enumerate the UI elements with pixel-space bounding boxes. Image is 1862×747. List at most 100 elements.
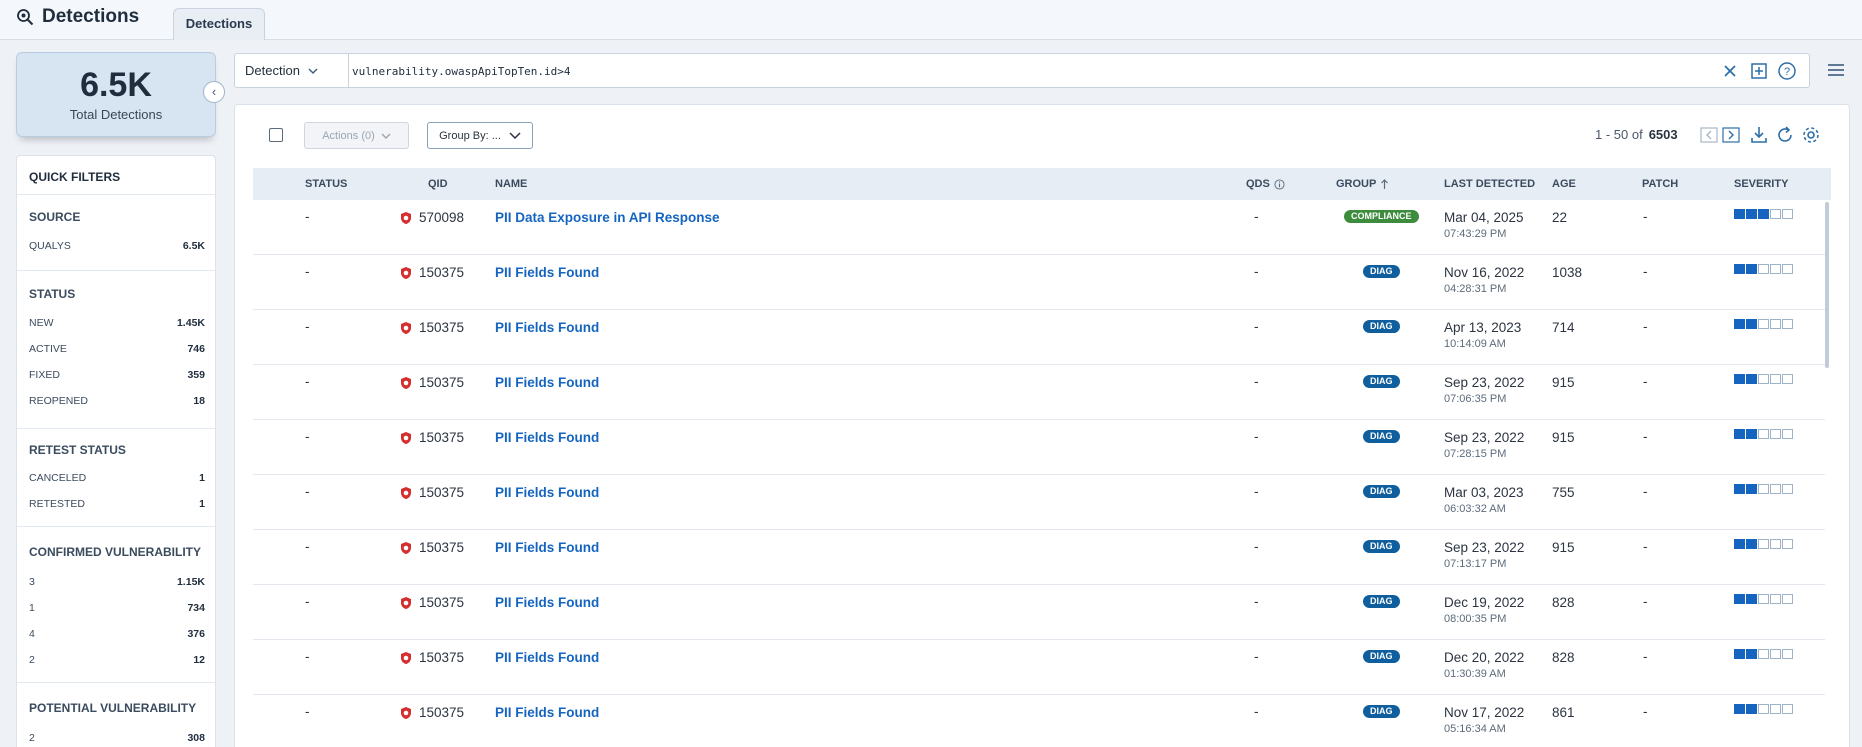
next-page-icon[interactable] — [1721, 125, 1741, 145]
severity-segment — [1758, 209, 1769, 219]
qid-cell: 570098 — [399, 210, 464, 225]
age-cell: 915 — [1552, 540, 1575, 555]
severity-segment — [1758, 649, 1769, 659]
table-row[interactable]: - 150375 PII Fields Found - DIAG Nov 16, 2022… — [253, 255, 1825, 310]
table-row[interactable]: - 150375 PII Fields Found - DIAG Sep 23, 2022… — [253, 365, 1825, 420]
detection-name-link[interactable]: PII Data Exposure in API Response — [495, 210, 720, 225]
column-age[interactable]: AGE — [1552, 178, 1576, 190]
patch-cell: - — [1643, 429, 1648, 444]
last-detected-time: 06:03:32 AM — [1444, 503, 1506, 515]
divider — [17, 682, 215, 683]
gear-icon[interactable] — [1801, 125, 1821, 145]
severity-segment — [1770, 704, 1781, 714]
table-row[interactable]: - 150375 PII Fields Found - DIAG Mar 03, 2023… — [253, 475, 1825, 530]
filter-item-confirmed-3[interactable]: 3 1.15K — [29, 576, 205, 588]
column-qid[interactable]: QID — [428, 178, 448, 190]
collapse-panel-button[interactable]: ‹ — [203, 81, 225, 103]
filter-item-confirmed-4[interactable]: 4 376 — [29, 628, 205, 640]
last-detected-date: Nov 16, 2022 — [1444, 265, 1525, 280]
last-detected-date: Mar 04, 2025 — [1444, 210, 1524, 225]
filter-item-count: 376 — [187, 628, 205, 640]
filter-item-confirmed-1[interactable]: 1 734 — [29, 602, 205, 614]
shield-bug-icon — [401, 266, 411, 279]
table-row[interactable]: - 150375 PII Fields Found - DIAG Dec 19, 2022… — [253, 585, 1825, 640]
column-status[interactable]: STATUS — [305, 178, 347, 190]
group-badge: COMPLIANCE — [1344, 210, 1419, 223]
prev-page-icon[interactable] — [1699, 125, 1719, 145]
last-detected-time: 04:28:31 PM — [1444, 283, 1507, 295]
filter-item-new[interactable]: NEW 1.45K — [29, 317, 205, 329]
detection-name-link[interactable]: PII Fields Found — [495, 265, 599, 280]
qid-cell: 150375 — [399, 650, 464, 665]
last-detected-cell: Mar 04, 2025 07:43:29 PM — [1444, 210, 1524, 240]
qid-value: 150375 — [419, 320, 465, 335]
refresh-icon[interactable] — [1775, 125, 1795, 145]
detection-name-link[interactable]: PII Fields Found — [495, 320, 599, 335]
filter-item-retested[interactable]: RETESTED 1 — [29, 498, 205, 510]
column-group[interactable]: GROUP — [1336, 178, 1389, 190]
search-type-dropdown[interactable]: Detection — [235, 54, 349, 87]
patch-cell: - — [1643, 484, 1648, 499]
shield-bug-icon — [401, 486, 411, 499]
severity-segment — [1758, 374, 1769, 384]
select-all-checkbox[interactable] — [269, 128, 283, 142]
group-badge: DIAG — [1363, 540, 1400, 553]
filter-item-canceled[interactable]: CANCELED 1 — [29, 472, 205, 484]
detection-name-link[interactable]: PII Fields Found — [495, 595, 599, 610]
detection-name-link[interactable]: PII Fields Found — [495, 375, 599, 390]
chevron-left-icon: ‹ — [211, 84, 217, 99]
search-input[interactable] — [352, 61, 1652, 81]
qid-cell: 150375 — [399, 320, 464, 335]
plus-square-icon[interactable] — [1749, 61, 1769, 81]
group-by-dropdown[interactable]: Group By: ... — [427, 122, 533, 149]
actions-button[interactable]: Actions (0) — [304, 122, 409, 149]
last-detected-time: 08:00:35 PM — [1444, 613, 1507, 625]
last-detected-date: Dec 20, 2022 — [1444, 650, 1525, 665]
filter-item-active[interactable]: ACTIVE 746 — [29, 343, 205, 355]
last-detected-cell: Sep 23, 2022 07:28:15 PM — [1444, 430, 1524, 460]
column-qds[interactable]: QDS — [1246, 178, 1285, 190]
tab-detections[interactable]: Detections — [173, 8, 265, 40]
patch-cell: - — [1643, 704, 1648, 719]
filter-item-confirmed-2[interactable]: 2 12 — [29, 654, 205, 666]
column-severity[interactable]: SEVERITY — [1734, 178, 1788, 190]
close-icon[interactable] — [1720, 61, 1740, 81]
table-row[interactable]: - 150375 PII Fields Found - DIAG Nov 17, 2022… — [253, 695, 1825, 747]
detection-name-link[interactable]: PII Fields Found — [495, 540, 599, 555]
download-icon[interactable] — [1749, 125, 1769, 145]
detection-name-link[interactable]: PII Fields Found — [495, 705, 599, 720]
severity-indicator — [1734, 374, 1794, 384]
hamburger-menu-icon[interactable] — [1826, 60, 1846, 80]
detection-name-link[interactable]: PII Fields Found — [495, 485, 599, 500]
table-row[interactable]: - 150375 PII Fields Found - DIAG Apr 13, 2023… — [253, 310, 1825, 365]
severity-segment — [1770, 429, 1781, 439]
severity-segment — [1734, 374, 1745, 384]
filter-item-potential-2[interactable]: 2 308 — [29, 732, 205, 744]
qds-cell: - — [1254, 209, 1259, 224]
table-row[interactable]: - 150375 PII Fields Found - DIAG Sep 23, 2022… — [253, 420, 1825, 475]
table-row[interactable]: - 570098 PII Data Exposure in API Response… — [253, 200, 1825, 255]
detection-name-link[interactable]: PII Fields Found — [495, 650, 599, 665]
table-row[interactable]: - 150375 PII Fields Found - DIAG Sep 23, 2022… — [253, 530, 1825, 585]
severity-indicator — [1734, 649, 1794, 659]
last-detected-time: 07:28:15 PM — [1444, 448, 1507, 460]
column-last-detected[interactable]: LAST DETECTED — [1444, 178, 1535, 190]
table-row[interactable]: - 150375 PII Fields Found - DIAG Dec 20, 2022… — [253, 640, 1825, 695]
filter-item-fixed[interactable]: FIXED 359 — [29, 369, 205, 381]
filter-item-label: NEW — [29, 317, 54, 329]
detection-name-link[interactable]: PII Fields Found — [495, 430, 599, 445]
detections-table-card: Actions (0) Group By: ... 1 - 50 of 6503… — [234, 104, 1850, 747]
column-patch[interactable]: PATCH — [1642, 178, 1678, 190]
table-scrollbar[interactable] — [1825, 202, 1829, 368]
top-bar: Detections Detections — [0, 0, 1862, 40]
filter-item-qualys[interactable]: QUALYS 6.5K — [29, 240, 205, 252]
severity-segment — [1734, 649, 1745, 659]
help-icon[interactable]: ? — [1777, 61, 1797, 81]
severity-segment — [1734, 429, 1745, 439]
filter-item-reopened[interactable]: REOPENED 18 — [29, 395, 205, 407]
column-name[interactable]: NAME — [495, 178, 527, 190]
age-cell: 755 — [1552, 485, 1575, 500]
last-detected-cell: Dec 19, 2022 08:00:35 PM — [1444, 595, 1524, 625]
severity-segment — [1746, 704, 1757, 714]
last-detected-cell: Dec 20, 2022 01:30:39 AM — [1444, 650, 1524, 680]
